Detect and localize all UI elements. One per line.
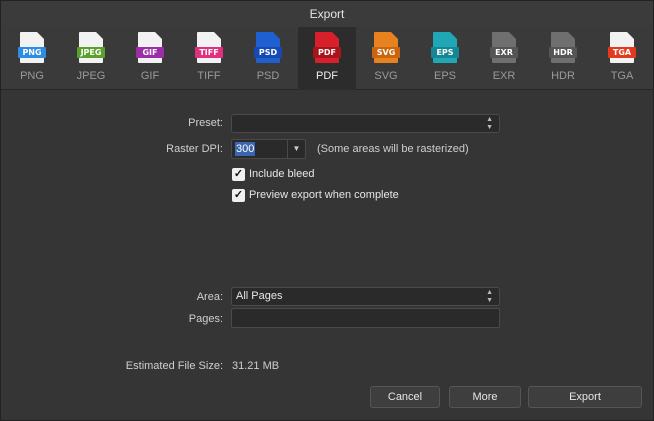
svg-file-icon: SVG — [372, 32, 400, 63]
exr-file-icon: EXR — [490, 32, 518, 63]
format-tga-label: TGA — [610, 70, 634, 82]
exr-badge: EXR — [490, 47, 518, 58]
area-value: All Pages — [236, 290, 283, 302]
chevron-down-icon[interactable]: ▼ — [287, 140, 305, 158]
format-tiff-label: TIFF — [197, 70, 221, 82]
png-badge: PNG — [18, 47, 46, 58]
updown-arrows-icon: ▲ ▼ — [486, 289, 493, 304]
format-svg-label: SVG — [374, 70, 398, 82]
gif-file-icon: GIF — [136, 32, 164, 63]
format-jpeg-label: JPEG — [76, 70, 106, 82]
format-png-label: PNG — [20, 70, 44, 82]
estimated-size-label: Estimated File Size: — [125, 360, 223, 372]
export-dialog: Export PNG PNG JPEG JPEG GIF GIF TIFF TI… — [0, 0, 654, 421]
export-button[interactable]: Export — [528, 386, 642, 408]
tga-file-icon: TGA — [608, 32, 636, 63]
png-file-icon: PNG — [18, 32, 46, 63]
pages-input[interactable] — [231, 308, 500, 328]
psd-badge: PSD — [254, 47, 282, 58]
raster-dpi-combo[interactable]: 300 ▼ — [231, 139, 306, 159]
pdf-badge: PDF — [313, 47, 341, 58]
format-hdr-button[interactable]: HDR HDR — [534, 27, 592, 90]
format-pdf-label: PDF — [316, 70, 338, 82]
more-button[interactable]: More — [449, 386, 521, 408]
format-psd-button[interactable]: PSD PSD — [239, 27, 297, 90]
raster-dpi-value[interactable]: 300 — [235, 142, 256, 156]
pdf-file-icon: PDF — [313, 32, 341, 63]
format-tiff-button[interactable]: TIFF TIFF — [180, 27, 238, 90]
preset-label: Preset: — [188, 117, 223, 129]
tiff-file-icon: TIFF — [195, 32, 223, 63]
format-gif-label: GIF — [140, 70, 160, 82]
format-exr-button[interactable]: EXR EXR — [475, 27, 533, 90]
gif-badge: GIF — [136, 47, 164, 58]
format-hdr-label: HDR — [551, 70, 575, 82]
jpeg-badge: JPEG — [77, 47, 105, 58]
preview-export-checkbox[interactable]: ✓ — [232, 189, 245, 202]
tiff-badge: TIFF — [195, 47, 223, 58]
area-select[interactable]: All Pages ▲ ▼ — [231, 287, 500, 306]
hdr-file-icon: HDR — [549, 32, 577, 63]
format-png-button[interactable]: PNG PNG — [3, 27, 61, 90]
hdr-badge: HDR — [549, 47, 577, 58]
format-toolbar: PNG PNG JPEG JPEG GIF GIF TIFF TIFF PSD … — [1, 27, 653, 90]
format-gif-button[interactable]: GIF GIF — [121, 27, 179, 90]
preset-select[interactable]: ▲ ▼ — [231, 114, 500, 133]
format-jpeg-button[interactable]: JPEG JPEG — [62, 27, 120, 90]
format-exr-label: EXR — [492, 70, 516, 82]
format-tga-button[interactable]: TGA TGA — [593, 27, 651, 90]
format-psd-label: PSD — [256, 70, 280, 82]
format-svg-button[interactable]: SVG SVG — [357, 27, 415, 90]
estimated-size-value: 31.21 MB — [232, 360, 280, 372]
preview-export-label[interactable]: Preview export when complete — [249, 189, 399, 201]
svg-badge: SVG — [372, 47, 400, 58]
updown-arrows-icon: ▲ ▼ — [486, 116, 493, 131]
include-bleed-checkbox[interactable]: ✓ — [232, 168, 245, 181]
include-bleed-label[interactable]: Include bleed — [249, 168, 314, 180]
area-label: Area: — [196, 291, 223, 303]
format-eps-label: EPS — [433, 70, 456, 82]
dialog-title: Export — [1, 1, 653, 27]
psd-file-icon: PSD — [254, 32, 282, 63]
raster-dpi-label: Raster DPI: — [166, 143, 223, 155]
pages-label: Pages: — [188, 313, 223, 325]
format-pdf-button[interactable]: PDF PDF — [298, 27, 356, 90]
jpeg-file-icon: JPEG — [77, 32, 105, 63]
eps-badge: EPS — [431, 47, 459, 58]
tga-badge: TGA — [608, 47, 636, 58]
cancel-button[interactable]: Cancel — [370, 386, 440, 408]
format-eps-button[interactable]: EPS EPS — [416, 27, 474, 90]
eps-file-icon: EPS — [431, 32, 459, 63]
raster-dpi-note: (Some areas will be rasterized) — [317, 143, 469, 155]
